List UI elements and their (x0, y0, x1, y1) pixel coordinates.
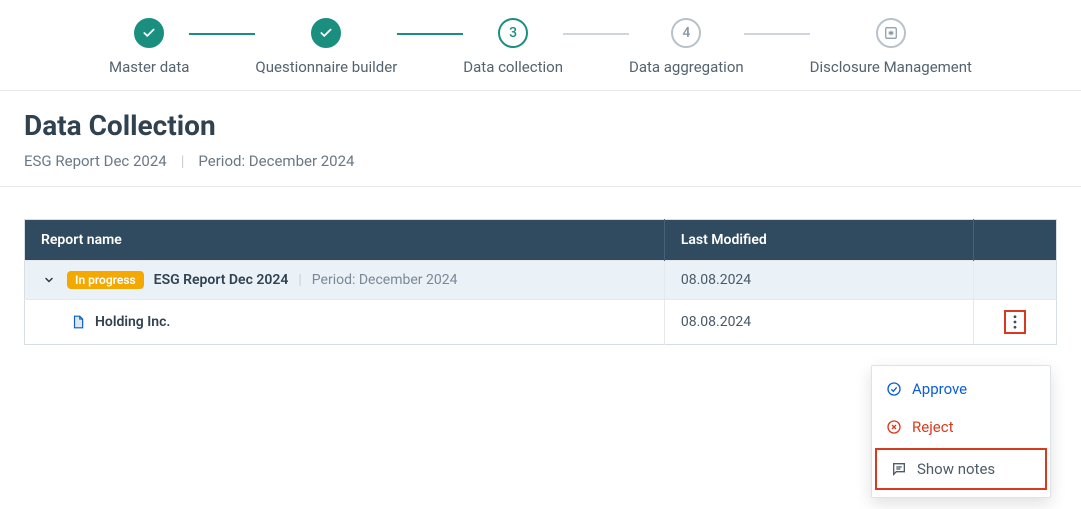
step-connector (563, 33, 629, 35)
chat-icon (891, 461, 907, 477)
report-name: ESG Report Dec 2024 (24, 152, 167, 170)
step-master-data[interactable]: Master data (109, 18, 189, 76)
step-connector (744, 33, 810, 35)
step-number: 4 (671, 18, 701, 48)
report-table-wrap: Report name Last Modified In progress ES… (0, 187, 1081, 345)
divider: | (298, 272, 301, 288)
page-header: Data Collection ESG Report Dec 2024 | Pe… (0, 91, 1081, 187)
step-connector (397, 33, 463, 35)
step-data-collection[interactable]: 3 Data collection (463, 18, 563, 76)
divider: | (181, 152, 185, 170)
menu-label: Reject (912, 418, 954, 436)
check-icon (134, 18, 164, 48)
column-last-modified: Last Modified (664, 220, 974, 261)
chevron-down-icon[interactable] (41, 274, 57, 286)
step-number: 3 (498, 18, 528, 48)
modified-cell: 08.08.2024 (664, 261, 974, 300)
report-name-cell: ESG Report Dec 2024 (154, 272, 289, 288)
more-actions-button[interactable] (1004, 310, 1026, 334)
check-icon (311, 18, 341, 48)
page-subhead: ESG Report Dec 2024 | Period: December 2… (24, 152, 1057, 170)
check-circle-icon (886, 381, 902, 397)
modified-cell: 08.08.2024 (664, 300, 974, 345)
show-notes-menu-item[interactable]: Show notes (875, 448, 1047, 490)
document-icon (71, 315, 85, 329)
asterisk-icon (876, 18, 906, 48)
stepper: Master data Questionnaire builder 3 Data… (0, 0, 1081, 91)
actions-cell (974, 261, 1057, 300)
reject-menu-item[interactable]: Reject (872, 408, 1050, 446)
step-label: Questionnaire builder (255, 58, 397, 76)
report-period-cell: Period: December 2024 (312, 272, 458, 288)
column-report-name: Report name (25, 220, 665, 261)
report-table: Report name Last Modified In progress ES… (24, 219, 1057, 345)
period-label: Period: December 2024 (198, 152, 354, 170)
menu-label: Show notes (917, 460, 995, 478)
approve-menu-item[interactable]: Approve (872, 370, 1050, 408)
step-label: Disclosure Management (810, 58, 972, 76)
status-badge: In progress (67, 271, 144, 289)
column-actions (974, 220, 1057, 261)
step-label: Master data (109, 58, 189, 76)
entity-name: Holding Inc. (95, 314, 170, 330)
context-menu: Approve Reject Show notes (871, 365, 1051, 498)
step-questionnaire[interactable]: Questionnaire builder (255, 18, 397, 76)
step-disclosure-management[interactable]: Disclosure Management (810, 18, 972, 76)
step-label: Data aggregation (629, 58, 744, 76)
table-row[interactable]: Holding Inc. 08.08.2024 (25, 300, 1057, 345)
page-title: Data Collection (24, 109, 1057, 142)
x-circle-icon (886, 419, 902, 435)
step-data-aggregation[interactable]: 4 Data aggregation (629, 18, 744, 76)
step-connector (189, 33, 255, 35)
menu-label: Approve (912, 380, 967, 398)
table-group-row[interactable]: In progress ESG Report Dec 2024 | Period… (25, 261, 1057, 300)
step-label: Data collection (463, 58, 563, 76)
